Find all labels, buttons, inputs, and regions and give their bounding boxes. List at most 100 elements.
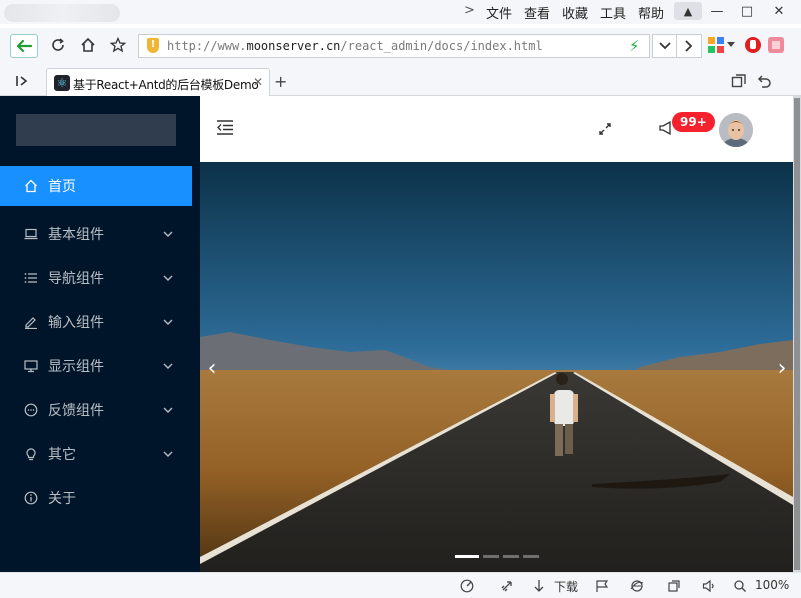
carousel-dot[interactable] <box>483 555 499 558</box>
chevron-down-icon <box>163 229 173 240</box>
carousel-prev-button[interactable]: ‹ <box>202 354 222 384</box>
sidebar-item-other[interactable]: 其它 <box>0 434 200 474</box>
app-header: 99+ <box>200 96 793 162</box>
info-icon <box>24 491 38 505</box>
speed-dial-icon[interactable] <box>459 578 475 594</box>
extension-button[interactable] <box>764 33 788 57</box>
ie-icon[interactable] <box>629 578 645 594</box>
url-dropdown-button[interactable] <box>652 34 678 58</box>
volume-icon[interactable] <box>701 578 717 594</box>
sidebar-item-about[interactable]: 关于 <box>0 478 200 518</box>
blurred-title <box>4 4 120 22</box>
user-avatar[interactable] <box>719 113 753 147</box>
sidebar: 首页 基本组件 导航组件 输入组件 显示组件 反馈组件 其它 关于 <box>0 96 200 572</box>
fullscreen-icon[interactable] <box>598 122 612 136</box>
home-icon <box>24 179 38 193</box>
sidebar-item-label: 导航组件 <box>48 271 104 287</box>
sidebar-item-input[interactable]: 输入组件 <box>0 302 200 342</box>
caret-down-icon <box>727 42 735 47</box>
admin-app: 首页 基本组件 导航组件 输入组件 显示组件 反馈组件 其它 关于 99+ ‹ … <box>0 96 801 572</box>
security-shield-icon[interactable]: ! <box>147 38 159 53</box>
windows-icon <box>731 74 746 88</box>
browser-home-icon <box>81 37 95 52</box>
carousel-dots <box>455 555 539 558</box>
page-scrollbar[interactable] <box>793 96 801 572</box>
zoom-level[interactable]: 100% <box>755 578 789 592</box>
chevron-down-icon <box>163 273 173 284</box>
chevron-down-icon <box>163 317 173 328</box>
chevron-down-icon <box>163 405 173 416</box>
laptop-icon <box>24 227 38 241</box>
carousel-next-button[interactable]: › <box>772 354 792 384</box>
refresh-button[interactable] <box>46 33 70 57</box>
sidebar-item-navigation[interactable]: 导航组件 <box>0 258 200 298</box>
menu-help[interactable]: 帮助 <box>638 3 664 22</box>
address-toolbar: ! http://www.moonserver.cn/react_admin/d… <box>0 28 801 66</box>
menu-expand-icon[interactable]: > <box>464 3 475 18</box>
bulb-icon <box>24 447 38 461</box>
back-button[interactable] <box>10 34 38 58</box>
window-icon[interactable] <box>666 578 682 594</box>
scrollbar-thumb[interactable] <box>794 98 800 570</box>
react-favicon-icon: ⚛ <box>54 75 70 91</box>
favorite-button[interactable] <box>106 33 130 57</box>
adblock-button[interactable] <box>741 33 765 57</box>
close-window-button[interactable]: ✕ <box>764 0 794 22</box>
menu-view[interactable]: 查看 <box>524 3 550 22</box>
url-text: http://www.moonserver.cn/react_admin/doc… <box>167 39 543 53</box>
back-arrow-icon <box>16 39 33 53</box>
chevron-down-icon <box>659 42 671 50</box>
logo-placeholder <box>16 114 176 146</box>
refresh-icon <box>52 38 64 51</box>
forward-button[interactable] <box>676 34 702 58</box>
tab-title: 基于React+Antd的后台模板Demo <box>73 78 259 92</box>
adblock-hand-icon <box>745 37 761 53</box>
menu-tools[interactable]: 工具 <box>600 3 626 22</box>
sidebar-item-label: 显示组件 <box>48 359 104 375</box>
chevron-down-icon <box>163 361 173 372</box>
flag-icon[interactable] <box>594 578 610 594</box>
edit-icon <box>24 315 38 329</box>
tab-close-icon[interactable]: ✕ <box>253 75 263 89</box>
url-input[interactable]: ! http://www.moonserver.cn/react_admin/d… <box>138 34 650 58</box>
home-button[interactable] <box>76 33 100 57</box>
sidebar-item-label: 反馈组件 <box>48 403 104 419</box>
carousel-dot[interactable] <box>455 555 479 558</box>
minimize-button[interactable]: — <box>702 0 732 22</box>
menu-fold-icon[interactable] <box>216 118 234 136</box>
extension-icon <box>768 37 784 53</box>
apps-dropdown[interactable] <box>724 33 738 57</box>
sidebar-item-label: 其它 <box>48 447 76 463</box>
menu-favorites[interactable]: 收藏 <box>562 3 588 22</box>
tab-strip: ⚛ 基于React+Antd的后台模板Demo ✕ + <box>0 66 801 97</box>
sidebar-item-label: 关于 <box>48 491 76 507</box>
carousel-dot[interactable] <box>523 555 539 558</box>
tab-active[interactable]: ⚛ 基于React+Antd的后台模板Demo ✕ <box>46 68 270 97</box>
sidebar-item-home[interactable]: 首页 <box>0 166 192 206</box>
download-label[interactable]: 下载 <box>554 578 578 595</box>
sidebar-toggle-button[interactable] <box>10 69 34 93</box>
banner-image <box>200 162 793 572</box>
carousel-dot[interactable] <box>503 555 519 558</box>
sidebar-item-label: 基本组件 <box>48 227 104 243</box>
undo-icon <box>757 75 771 88</box>
sidebar-item-label: 首页 <box>48 179 76 195</box>
message-icon <box>24 403 38 417</box>
sidebar-item-display[interactable]: 显示组件 <box>0 346 200 386</box>
chevron-right-icon <box>685 40 693 52</box>
desktop-icon <box>24 359 38 373</box>
new-tab-button[interactable]: + <box>274 72 287 91</box>
speed-mode-icon[interactable]: ⚡ <box>629 37 640 55</box>
banner-carousel[interactable]: ‹ › <box>200 162 793 572</box>
rocket-icon[interactable] <box>499 578 515 594</box>
zoom-icon[interactable] <box>732 578 748 594</box>
restore-tabs-button[interactable] <box>727 69 751 93</box>
skin-icon[interactable]: ▲ <box>674 2 702 20</box>
menu-file[interactable]: 文件 <box>486 3 512 22</box>
chevron-down-icon <box>163 449 173 460</box>
maximize-button[interactable]: □ <box>732 0 762 22</box>
undo-close-button[interactable] <box>752 69 776 93</box>
sidebar-item-feedback[interactable]: 反馈组件 <box>0 390 200 430</box>
sidebar-item-basic[interactable]: 基本组件 <box>0 214 200 254</box>
download-icon[interactable] <box>531 578 547 594</box>
